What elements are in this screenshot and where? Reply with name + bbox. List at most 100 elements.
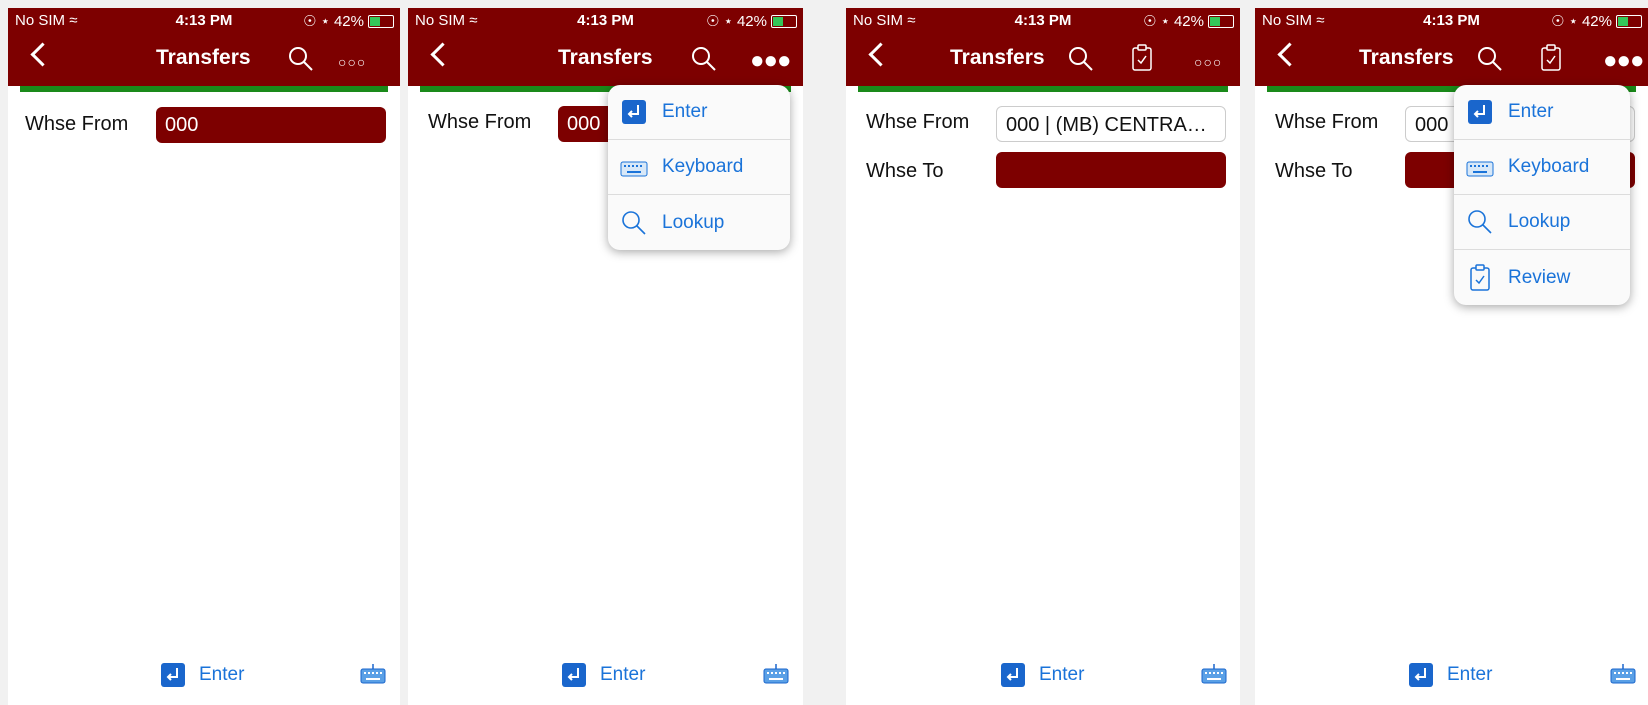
status-bar: No SIM ≈ 4:13 PM ☉ ⋆ 42% xyxy=(408,8,803,32)
lock-rotation-icon: ☉ xyxy=(1551,13,1565,30)
more-icon[interactable]: ●●● xyxy=(1603,49,1644,73)
bluetooth-icon: ⋆ xyxy=(320,13,330,30)
accent-bar xyxy=(20,86,388,92)
menu-label-keyboard: Keyboard xyxy=(662,156,744,177)
search-icon xyxy=(620,209,648,237)
menu-label-enter: Enter xyxy=(662,101,708,122)
menu-item-lookup[interactable]: Lookup xyxy=(608,195,790,250)
search-icon[interactable] xyxy=(691,46,717,72)
page-title: Transfers xyxy=(156,46,251,69)
status-right: ☉ ⋆ 42% xyxy=(706,12,797,30)
keyboard-icon xyxy=(620,153,648,181)
whse-from-field[interactable]: 000 xyxy=(156,107,386,143)
menu-label-keyboard: Keyboard xyxy=(1508,156,1590,177)
search-icon xyxy=(1466,208,1494,236)
enter-icon xyxy=(1409,663,1433,687)
nav-header: No SIM ︎≈ 4:13 PM ☉ ⋆ 42% Transfers ○○○ xyxy=(8,8,400,86)
battery-icon xyxy=(1616,14,1642,28)
keyboard-icon[interactable] xyxy=(360,663,386,685)
enter-icon xyxy=(161,663,185,687)
lock-rotation-icon: ☉ xyxy=(1143,13,1157,30)
menu-item-lookup[interactable]: Lookup xyxy=(1454,195,1630,250)
enter-label: Enter xyxy=(1039,664,1085,685)
more-icon[interactable]: ○○○ xyxy=(338,54,366,70)
enter-icon xyxy=(1001,663,1025,687)
accent-bar xyxy=(858,86,1228,92)
more-menu: Enter Keyboard Lookup xyxy=(608,85,790,250)
clipboard-check-icon xyxy=(1466,263,1494,292)
page-title: Transfers xyxy=(950,46,1045,69)
clipboard-check-icon[interactable] xyxy=(1131,44,1153,72)
page-title: Transfers xyxy=(1359,46,1454,69)
keyboard-icon[interactable] xyxy=(763,663,789,685)
more-icon[interactable]: ○○○ xyxy=(1194,54,1222,70)
keyboard-icon[interactable] xyxy=(1610,663,1636,685)
screen-3: No SIM ≈ 4:13 PM ☉ ⋆ 42% Transfers ○○○ W… xyxy=(846,8,1240,705)
status-bar: No SIM ︎≈ 4:13 PM ☉ ⋆ 42% xyxy=(8,8,400,32)
enter-icon xyxy=(1466,98,1494,126)
status-right: ☉ ⋆ 42% xyxy=(1551,12,1642,30)
menu-label-lookup: Lookup xyxy=(1508,211,1571,232)
menu-label-lookup: Lookup xyxy=(662,211,725,233)
search-icon[interactable] xyxy=(1068,46,1094,72)
nav-header: No SIM ≈ 4:13 PM ☉ ⋆ 42% Transfers ○○○ xyxy=(846,8,1240,86)
status-bar: No SIM ≈ 4:13 PM ☉ ⋆ 42% xyxy=(846,8,1240,32)
screen-2: No SIM ≈ 4:13 PM ☉ ⋆ 42% Transfers ●●● W… xyxy=(408,8,803,705)
whse-to-label: Whse To xyxy=(866,160,944,182)
back-chevron-icon[interactable] xyxy=(1277,42,1302,67)
enter-button[interactable]: Enter xyxy=(562,663,645,687)
page-title: Transfers xyxy=(558,46,653,69)
battery-percent: 42% xyxy=(1173,12,1204,30)
enter-label: Enter xyxy=(1447,664,1493,685)
clipboard-check-icon[interactable] xyxy=(1540,44,1562,72)
back-chevron-icon[interactable] xyxy=(430,42,455,67)
whse-to-field[interactable] xyxy=(996,152,1226,188)
keyboard-icon xyxy=(1466,153,1494,181)
status-right: ☉ ⋆ 42% xyxy=(1143,12,1234,30)
lock-rotation-icon: ☉ xyxy=(303,13,317,30)
status-bar: No SIM ≈ 4:13 PM ☉ ⋆ 42% xyxy=(1255,8,1648,32)
enter-label: Enter xyxy=(600,664,646,685)
whse-from-label: Whse From xyxy=(25,113,129,135)
more-menu: Enter Keyboard Lookup Review xyxy=(1454,85,1630,305)
bluetooth-icon: ⋆ xyxy=(723,13,733,30)
menu-label-review: Review xyxy=(1508,266,1571,288)
menu-item-enter[interactable]: Enter xyxy=(608,85,790,140)
enter-button[interactable]: Enter xyxy=(1409,663,1492,687)
menu-item-keyboard[interactable]: Keyboard xyxy=(1454,140,1630,195)
whse-from-field[interactable]: 000 | (MB) CENTRA… xyxy=(996,106,1226,142)
menu-label-enter: Enter xyxy=(1508,101,1554,122)
keyboard-icon[interactable] xyxy=(1201,663,1227,685)
whse-from-label: Whse From xyxy=(1275,111,1379,133)
screen-4: No SIM ≈ 4:13 PM ☉ ⋆ 42% Transfers ●●● W… xyxy=(1255,8,1648,705)
battery-icon xyxy=(771,14,797,28)
menu-item-enter[interactable]: Enter xyxy=(1454,85,1630,140)
enter-icon xyxy=(562,663,586,687)
enter-icon xyxy=(620,98,648,126)
bluetooth-icon: ⋆ xyxy=(1568,13,1578,30)
screen-1: No SIM ︎≈ 4:13 PM ☉ ⋆ 42% Transfers ○○○ … xyxy=(8,8,400,705)
enter-button[interactable]: Enter xyxy=(1001,663,1084,687)
battery-icon xyxy=(1208,14,1234,28)
search-icon[interactable] xyxy=(288,46,314,72)
menu-item-review[interactable]: Review xyxy=(1454,250,1630,305)
status-right: ☉ ⋆ 42% xyxy=(303,12,394,30)
back-chevron-icon[interactable] xyxy=(868,42,893,67)
bluetooth-icon: ⋆ xyxy=(1160,13,1170,30)
enter-button[interactable]: Enter xyxy=(161,663,244,687)
nav-header: No SIM ≈ 4:13 PM ☉ ⋆ 42% Transfers ●●● xyxy=(1255,8,1648,86)
battery-icon xyxy=(368,14,394,28)
lock-rotation-icon: ☉ xyxy=(706,13,720,30)
back-chevron-icon[interactable] xyxy=(30,42,55,67)
whse-to-label: Whse To xyxy=(1275,160,1353,182)
whse-from-label: Whse From xyxy=(866,111,970,133)
battery-percent: 42% xyxy=(333,12,364,30)
menu-item-keyboard[interactable]: Keyboard xyxy=(608,140,790,195)
battery-percent: 42% xyxy=(736,12,767,30)
search-icon[interactable] xyxy=(1477,46,1503,72)
nav-header: No SIM ≈ 4:13 PM ☉ ⋆ 42% Transfers ●●● xyxy=(408,8,803,86)
enter-label: Enter xyxy=(199,664,245,685)
battery-percent: 42% xyxy=(1581,12,1612,30)
more-icon[interactable]: ●●● xyxy=(750,49,791,73)
whse-from-label: Whse From xyxy=(428,111,532,133)
